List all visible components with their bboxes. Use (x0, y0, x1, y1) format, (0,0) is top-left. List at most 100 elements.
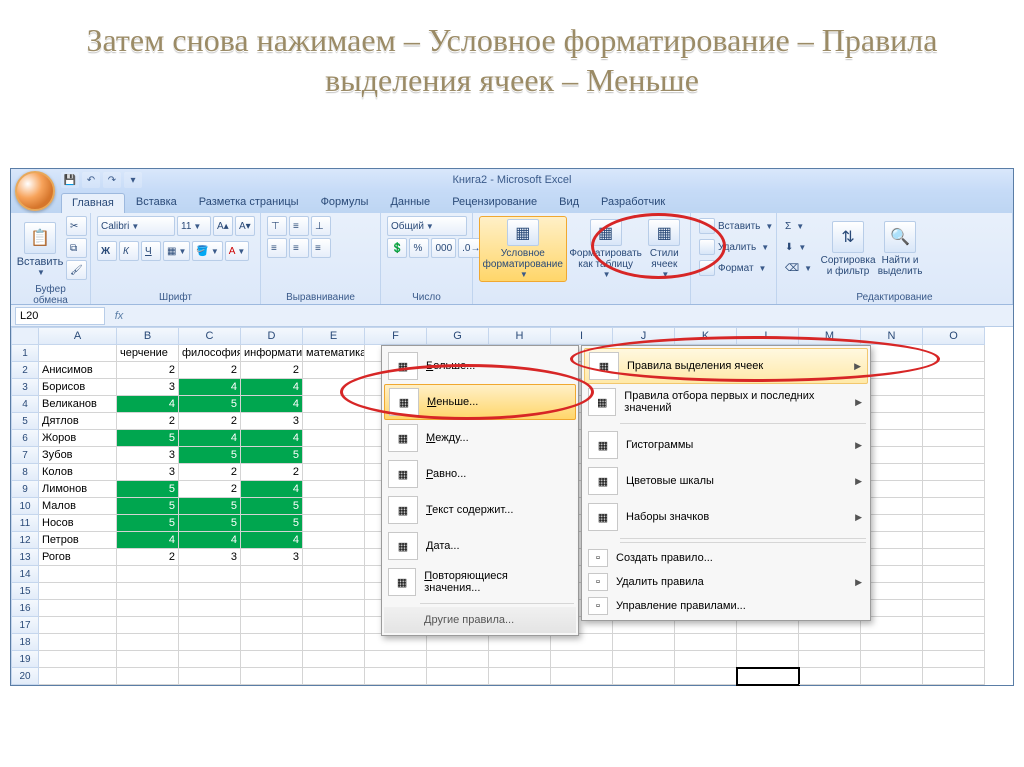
cell[interactable]: 2 (179, 413, 241, 430)
cell[interactable]: Дятлов (39, 413, 117, 430)
col-header[interactable]: A (39, 327, 117, 345)
delete-cells-button[interactable]: Удалить▼ (697, 237, 773, 257)
col-header[interactable]: E (303, 327, 365, 345)
col-header[interactable]: N (861, 327, 923, 345)
cell[interactable]: 5 (117, 515, 179, 532)
cell[interactable]: 3 (241, 413, 303, 430)
cell[interactable] (303, 362, 365, 379)
cell-styles-button[interactable]: ▦ Стили ячеек▼ (645, 216, 684, 282)
cell[interactable] (551, 634, 613, 651)
cell[interactable] (241, 651, 303, 668)
col-header[interactable]: J (613, 327, 675, 345)
select-all-corner[interactable] (11, 327, 39, 345)
cell[interactable] (923, 532, 985, 549)
cell[interactable] (303, 668, 365, 685)
shrink-font-icon[interactable]: A▾ (235, 216, 255, 236)
col-header[interactable]: I (551, 327, 613, 345)
cell[interactable] (117, 583, 179, 600)
qat-menu-icon[interactable]: ▾ (124, 172, 142, 188)
cell[interactable] (923, 481, 985, 498)
row-header[interactable]: 5 (11, 413, 39, 430)
cell[interactable] (551, 651, 613, 668)
cell[interactable]: 5 (117, 430, 179, 447)
cell[interactable]: 5 (241, 515, 303, 532)
submenu-item[interactable]: ▦Больше... (384, 348, 576, 384)
paste-button[interactable]: 📋 Вставить ▼ (17, 216, 63, 282)
cell[interactable] (737, 651, 799, 668)
col-header[interactable]: H (489, 327, 551, 345)
align-center-icon[interactable]: ≡ (289, 238, 309, 258)
menu-footer-item[interactable]: ▫Управление правилами... (584, 594, 868, 618)
row-header[interactable]: 12 (11, 532, 39, 549)
cell[interactable] (923, 617, 985, 634)
cell[interactable]: 2 (241, 464, 303, 481)
cell[interactable]: 3 (117, 379, 179, 396)
cell[interactable] (303, 566, 365, 583)
cell[interactable]: 5 (179, 396, 241, 413)
col-header[interactable]: C (179, 327, 241, 345)
cell[interactable]: 5 (179, 498, 241, 515)
cell[interactable] (675, 634, 737, 651)
underline-icon[interactable]: Ч (141, 241, 161, 261)
col-header[interactable]: D (241, 327, 303, 345)
submenu-item[interactable]: ▦Дата... (384, 528, 576, 564)
row-header[interactable]: 11 (11, 515, 39, 532)
font-name-select[interactable]: Calibri▼ (97, 216, 175, 236)
cell[interactable] (861, 668, 923, 685)
cell[interactable]: 5 (179, 515, 241, 532)
cell[interactable] (489, 668, 551, 685)
save-icon[interactable]: 💾 (61, 172, 79, 188)
col-header[interactable]: B (117, 327, 179, 345)
cell[interactable]: 4 (117, 532, 179, 549)
cell[interactable] (427, 668, 489, 685)
menu-footer-item[interactable]: ▫Создать правило... (584, 546, 868, 570)
cell[interactable] (39, 566, 117, 583)
cell[interactable] (489, 634, 551, 651)
cell[interactable] (303, 498, 365, 515)
cell[interactable] (923, 668, 985, 685)
cell[interactable]: философия (179, 345, 241, 362)
conditional-formatting-button[interactable]: ▦ Условное форматирование▼ (479, 216, 567, 282)
menu-item[interactable]: ▦Наборы значков▶ (584, 499, 868, 535)
row-header[interactable]: 10 (11, 498, 39, 515)
cell[interactable] (117, 634, 179, 651)
sort-filter-button[interactable]: ⇅ Сортировка и фильтр (819, 216, 877, 282)
menu-item[interactable]: ▦Правила выделения ячеек▶ (584, 348, 868, 384)
cell[interactable] (39, 600, 117, 617)
cell[interactable] (675, 668, 737, 685)
cell[interactable] (923, 583, 985, 600)
cell[interactable]: 3 (117, 464, 179, 481)
cell[interactable] (39, 617, 117, 634)
align-left-icon[interactable]: ≡ (267, 238, 287, 258)
cell[interactable] (179, 566, 241, 583)
insert-cells-button[interactable]: Вставить▼ (697, 216, 777, 236)
cell[interactable] (303, 413, 365, 430)
cell[interactable]: Малов (39, 498, 117, 515)
cell[interactable] (923, 345, 985, 362)
cell[interactable]: 2 (179, 481, 241, 498)
cell[interactable] (179, 617, 241, 634)
name-box[interactable]: L20 (15, 307, 105, 325)
cell[interactable]: 5 (179, 447, 241, 464)
find-select-button[interactable]: 🔍 Найти и выделить (880, 216, 920, 282)
cell[interactable] (241, 566, 303, 583)
cell[interactable] (303, 430, 365, 447)
cell[interactable]: Рогов (39, 549, 117, 566)
row-header[interactable]: 15 (11, 583, 39, 600)
col-header[interactable]: O (923, 327, 985, 345)
submenu-item[interactable]: ▦Между... (384, 420, 576, 456)
col-header[interactable]: K (675, 327, 737, 345)
cut-icon[interactable]: ✂ (66, 216, 87, 236)
cell[interactable] (551, 668, 613, 685)
cell[interactable] (923, 464, 985, 481)
cell[interactable] (613, 634, 675, 651)
cell[interactable] (39, 345, 117, 362)
cell[interactable]: Великанов (39, 396, 117, 413)
cell[interactable]: 2 (179, 362, 241, 379)
redo-icon[interactable]: ↷ (103, 172, 121, 188)
grow-font-icon[interactable]: A▴ (213, 216, 233, 236)
format-painter-icon[interactable]: 🖌 (66, 260, 87, 280)
cell[interactable]: 4 (179, 430, 241, 447)
cell[interactable]: Борисов (39, 379, 117, 396)
align-middle-icon[interactable]: ≡ (289, 216, 309, 236)
